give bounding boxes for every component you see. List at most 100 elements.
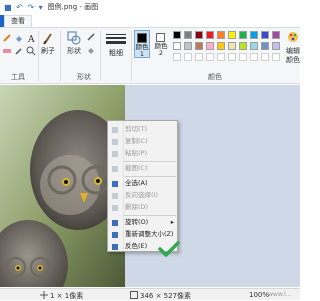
magnifier-icon[interactable] [26,46,36,56]
ribbon-tabs: 查看 [0,14,300,27]
quick-access-toolbar[interactable]: ■ ↶ ↷ ▾ [4,3,44,12]
context-menu-item[interactable]: 剪切(T) [108,124,177,135]
color2-swatch [156,33,165,42]
context-menu-item-label: 粘贴(P) [125,149,147,157]
palette-swatch[interactable] [239,31,247,39]
palette-custom-slot[interactable] [228,53,236,61]
context-menu-item-label: 反色(E) [125,242,148,250]
context-menu-item[interactable]: 旋转(O) ▸ [108,217,177,228]
context-menu-item[interactable]: 全选(A) [108,178,177,189]
palette-swatch[interactable] [228,31,236,39]
palette-custom-slot[interactable] [184,53,192,61]
palette-custom-slot[interactable] [250,53,258,61]
palette-swatch[interactable] [184,42,192,50]
color1-label: 颜色 1 [135,43,149,58]
invert-selection-icon [112,193,118,199]
palette-swatch[interactable] [217,31,225,39]
zoom-level[interactable]: 100% [249,291,269,299]
color1-swatch [137,33,147,43]
watermark: www.l... [268,291,292,298]
context-menu-item-label: 旋转(O) [125,218,149,226]
palette-swatch[interactable] [261,42,269,50]
palette-swatch[interactable] [272,42,280,50]
context-menu: 剪切(T) 复制(C) 粘贴(P) 截图(C) 全选(A) 反向选择(I) 删除(D) 旋转(… [107,120,178,252]
tab-view[interactable]: 查看 [4,15,32,27]
palette-custom-slot[interactable] [272,53,280,61]
select-all-icon [112,181,118,187]
scissors-icon [112,127,118,133]
color-picker-icon[interactable] [14,46,24,56]
ribbon: A 工具 刷子 形状 形状 粗细 颜色 1 颜色 2 颜色 编辑颜色 [0,27,300,84]
eraser-icon[interactable] [2,46,12,56]
context-menu-item-label: 复制(C) [125,137,148,145]
outline-icon[interactable] [86,32,96,42]
palette-custom-slot[interactable] [195,53,203,61]
window-title: 图例.png - 画图 [47,3,99,11]
invert-color-icon [112,244,118,250]
palette-swatch[interactable] [250,42,258,50]
palette-custom-slot[interactable] [239,53,247,61]
ribbon-divider [38,31,39,81]
svg-text:A: A [27,35,35,43]
context-menu-item[interactable]: 反向选择(I) [108,190,177,201]
context-menu-separator [124,176,176,177]
context-menu-item-label: 截图(C) [125,164,148,172]
cursor-position-icon [40,291,48,299]
palette-swatch[interactable] [184,31,192,39]
line-size-icon[interactable] [105,32,127,46]
palette-swatch[interactable] [195,31,203,39]
text-icon[interactable]: A [26,33,36,43]
status-bar: 1 × 1像素 346 × 527像素 100% www.l... [0,288,300,300]
color2-button[interactable]: 颜色 2 [153,30,169,58]
fill-icon[interactable] [14,33,24,43]
ribbon-divider [131,31,132,81]
group-label-shapes: 形状 [77,73,91,81]
palette-swatch[interactable] [261,31,269,39]
context-menu-item-label: 反向选择(I) [125,191,158,199]
shapes-icon[interactable] [67,31,81,45]
palette-swatch[interactable] [217,42,225,50]
brush-button-label[interactable]: 刷子 [40,47,56,56]
palette-swatch[interactable] [250,31,258,39]
palette-custom-slot[interactable] [173,53,181,61]
crop-icon [112,166,118,172]
size-button-label[interactable]: 粗细 [106,49,126,58]
palette-swatch[interactable] [228,42,236,50]
delete-icon [112,205,118,211]
submenu-arrow-icon: ▸ [170,218,174,226]
palette-swatch[interactable] [195,42,203,50]
shape-button-label[interactable]: 形状 [64,47,84,56]
palette-swatch[interactable] [206,42,214,50]
context-menu-item-label: 全选(A) [125,179,148,187]
ribbon-divider [60,31,61,81]
palette-custom-slot[interactable] [206,53,214,61]
palette-custom-slot[interactable] [217,53,225,61]
rotate-icon [112,220,118,226]
green-check-icon [158,241,180,257]
resize-icon [112,232,118,238]
image-size-icon [130,291,138,299]
palette-swatch[interactable] [239,42,247,50]
brush-icon[interactable] [42,31,54,45]
pencil-icon[interactable] [2,33,12,43]
context-menu-item[interactable]: 删除(D) [108,202,177,213]
context-menu-separator [124,161,176,162]
context-menu-item[interactable]: 截图(C) [108,163,177,174]
context-menu-item-label: 重新调整大小(Z) [125,230,174,238]
edit-colors-label[interactable]: 编辑颜色 [286,47,300,65]
palette-swatch[interactable] [272,31,280,39]
context-menu-item[interactable]: 粘贴(P) [108,148,177,159]
fill-style-icon[interactable] [86,45,96,55]
edit-colors-icon[interactable] [287,31,300,44]
copy-icon [112,139,118,145]
color1-button[interactable]: 颜色 1 [134,30,150,58]
context-menu-separator [124,215,176,216]
palette-custom-slot[interactable] [261,53,269,61]
ribbon-divider [100,31,101,81]
context-menu-item[interactable]: 重新调整大小(Z) [108,229,177,240]
palette-swatch[interactable] [173,42,181,50]
palette-swatch[interactable] [206,31,214,39]
context-menu-item[interactable]: 复制(C) [108,136,177,147]
palette-swatch[interactable] [173,31,181,39]
group-label-tools: 工具 [11,73,25,81]
